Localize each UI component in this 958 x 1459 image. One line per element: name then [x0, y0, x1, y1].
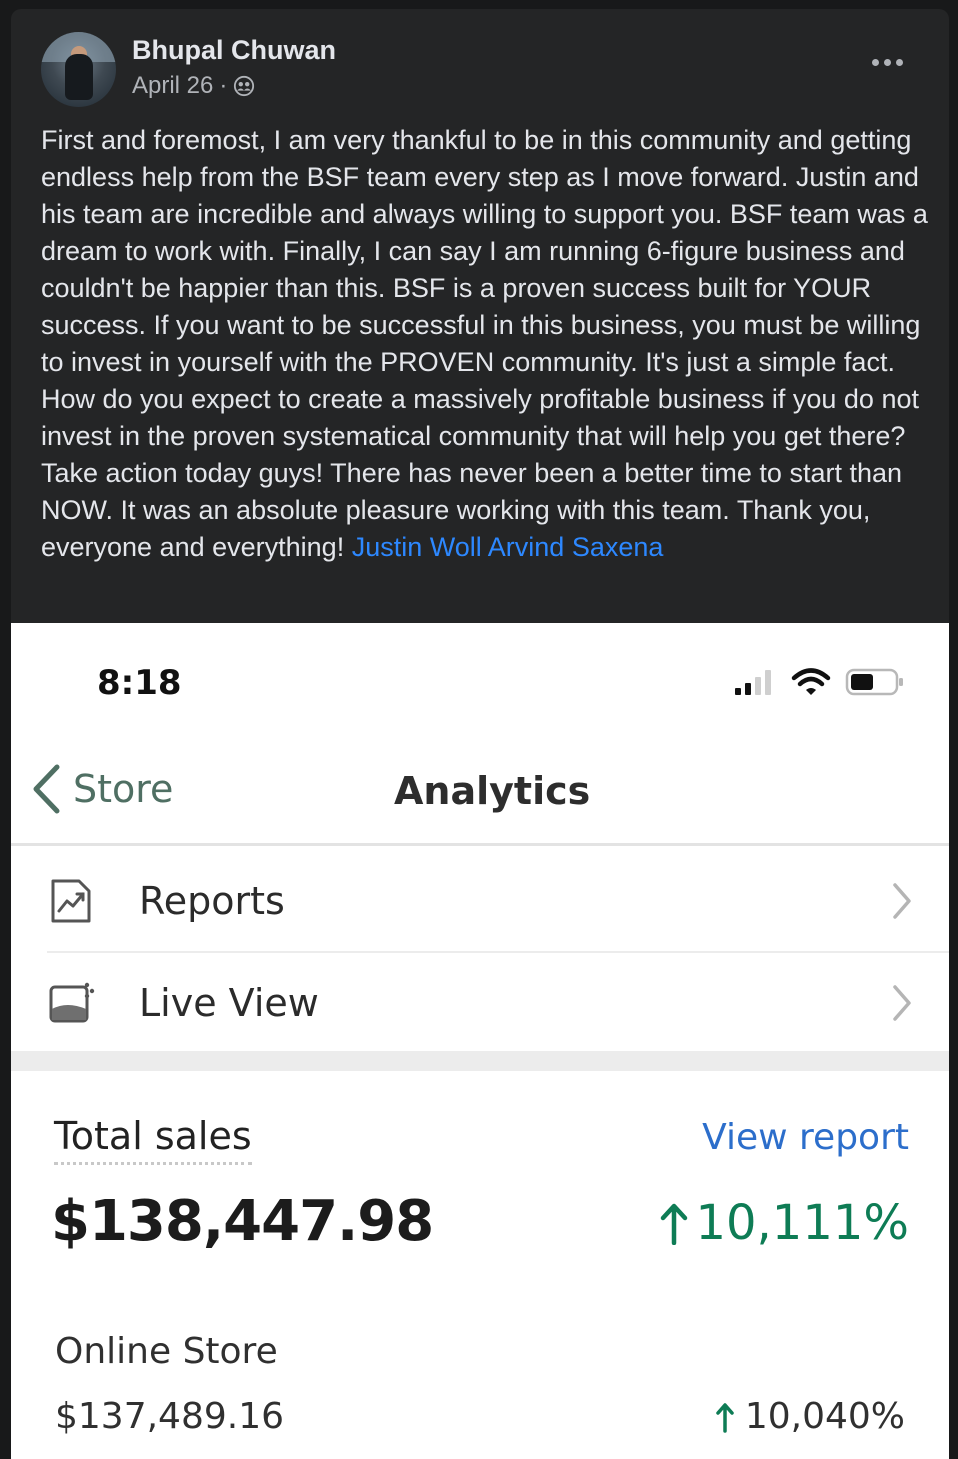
post-body: First and foremost, I am very thankful t… [41, 122, 931, 566]
status-icons [733, 667, 905, 697]
navigation-bar: Store Analytics [11, 743, 949, 846]
battery-icon [845, 668, 903, 696]
avatar[interactable] [41, 32, 116, 107]
post-date[interactable]: April 26 [132, 72, 213, 100]
chevron-left-icon [33, 764, 60, 814]
tag-justin-woll[interactable]: Justin Woll [352, 532, 482, 562]
chevron-right-icon [893, 985, 911, 1021]
back-button[interactable]: Store [31, 763, 173, 815]
view-report-link[interactable]: View report [702, 1117, 909, 1158]
status-time: 8:18 [97, 663, 182, 703]
menu-item-live-view[interactable]: Live View [47, 953, 949, 1053]
menu-item-label: Reports [139, 879, 285, 923]
arrow-up-icon [716, 1402, 734, 1433]
attached-screenshot[interactable]: 8:18 Store Analytics Reports Live View T… [11, 623, 949, 1459]
total-sales-change: 10,111% [659, 1195, 909, 1251]
live-view-icon [49, 982, 95, 1023]
meta-separator: · [219, 72, 228, 99]
total-sales-value: $138,447.98 [51, 1189, 434, 1254]
page-title: Analytics [394, 769, 591, 813]
online-store-change-value: 10,040% [744, 1396, 905, 1437]
wifi-icon [791, 668, 831, 695]
avatar-figure [65, 54, 93, 100]
total-sales-label: Total sales [54, 1114, 252, 1165]
online-store-value: $137,489.16 [55, 1396, 285, 1437]
total-sales-change-value: 10,111% [695, 1195, 909, 1251]
tag-arvind-saxena[interactable]: Arvind Saxena [488, 532, 664, 562]
arrow-up-icon [661, 1203, 688, 1245]
post-card: Bhupal Chuwan April 26 · First and forem… [11, 9, 949, 1459]
menu-item-reports[interactable]: Reports [47, 851, 949, 951]
author-name[interactable]: Bhupal Chuwan [132, 35, 336, 66]
signal-icon [735, 670, 771, 695]
online-store-change: 10,040% [715, 1396, 905, 1437]
reports-icon [51, 879, 91, 923]
menu-item-label: Live View [139, 981, 319, 1025]
chevron-right-icon [893, 883, 911, 919]
more-horizontal-icon[interactable] [872, 59, 903, 66]
online-store-label: Online Store [55, 1331, 278, 1372]
post-text: First and foremost, I am very thankful t… [41, 125, 928, 562]
back-label: Store [73, 767, 174, 811]
section-divider [11, 1051, 949, 1071]
friends-icon[interactable] [233, 75, 255, 97]
post-meta: April 26 · [132, 72, 255, 100]
